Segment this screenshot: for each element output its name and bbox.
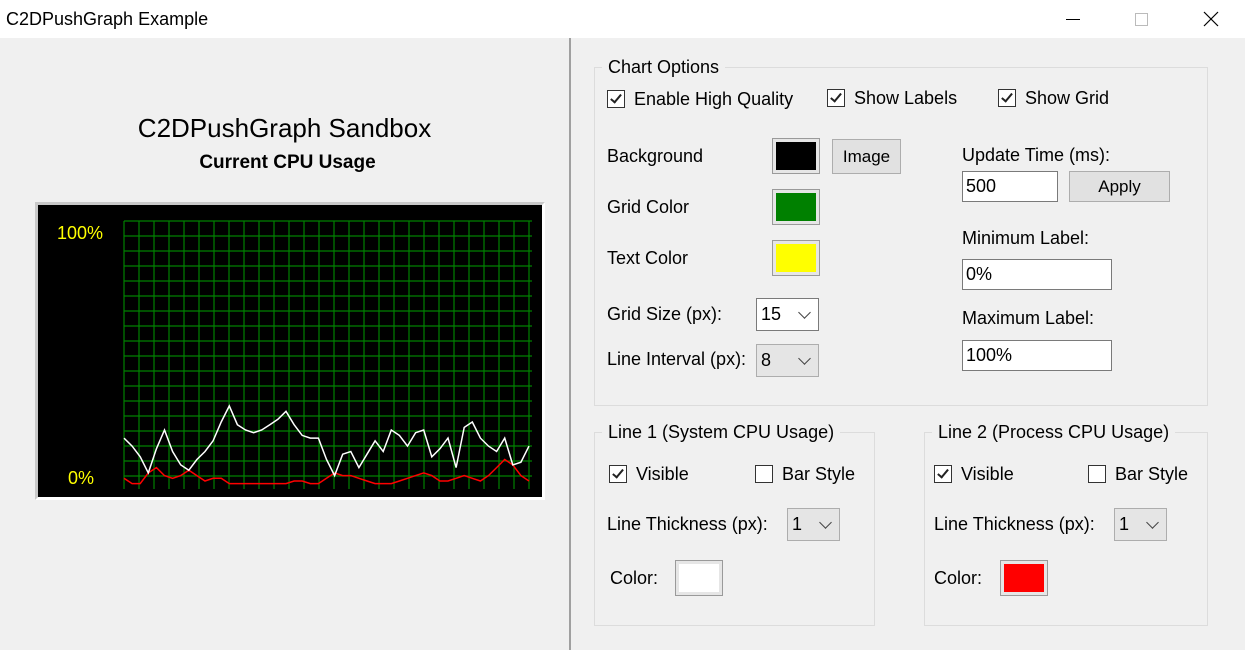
line1-visible-checkbox[interactable]: Visible	[609, 463, 689, 485]
image-button[interactable]: Image	[832, 139, 901, 174]
checkmark-icon	[830, 90, 842, 103]
line1-color-fill	[679, 564, 719, 592]
line2-legend: Line 2 (Process CPU Usage)	[932, 421, 1176, 443]
maximum-label-label: Maximum Label:	[962, 308, 1095, 328]
line1-bar-style-label: Bar Style	[782, 464, 856, 484]
title-bar: C2DPushGraph Example	[0, 0, 1245, 38]
chevron-down-icon	[819, 516, 832, 529]
checkmark-icon	[610, 91, 622, 104]
checkbox-box	[934, 465, 952, 483]
line2-visible-checkbox[interactable]: Visible	[934, 463, 1014, 485]
chevron-down-icon	[798, 352, 811, 365]
text-color-label: Text Color	[607, 248, 689, 268]
update-time-input[interactable]: 500	[962, 171, 1058, 202]
line-interval-value: 8	[761, 350, 772, 370]
grid-size-value: 15	[761, 304, 782, 324]
close-icon	[1203, 11, 1219, 27]
cpu-usage-subheading: Current CPU Usage	[199, 152, 376, 173]
show-labels-checkbox[interactable]: Show Labels	[827, 87, 957, 109]
enable-high-quality-checkbox[interactable]: Enable High Quality	[607, 88, 793, 110]
background-color-fill	[776, 142, 816, 170]
minimize-icon	[1066, 18, 1080, 20]
minimum-label-label: Minimum Label:	[962, 228, 1090, 248]
line2-thickness-value: 1	[1119, 514, 1130, 534]
grid-color-fill	[776, 193, 816, 221]
checkbox-box	[827, 89, 845, 107]
checkmark-icon	[937, 466, 949, 479]
checkmark-icon	[1001, 90, 1013, 103]
checkbox-box	[1088, 465, 1106, 483]
background-label: Background	[607, 146, 704, 166]
background-color-swatch[interactable]	[772, 138, 820, 174]
show-grid-checkbox[interactable]: Show Grid	[998, 87, 1109, 109]
checkbox-box	[609, 465, 627, 483]
line1-visible-label: Visible	[636, 464, 689, 484]
line2-color-label: Color:	[934, 568, 983, 588]
checkbox-box	[755, 465, 773, 483]
graph-max-label: 100%	[57, 223, 103, 243]
chevron-down-icon	[798, 306, 811, 319]
grid-size-label: Grid Size (px):	[607, 304, 723, 324]
line-interval-label: Line Interval (px):	[607, 349, 747, 369]
apply-button[interactable]: Apply	[1069, 171, 1170, 202]
minimize-button[interactable]	[1038, 0, 1108, 38]
checkbox-box	[998, 89, 1016, 107]
chevron-down-icon	[1146, 516, 1159, 529]
push-graph-canvas: 100% 0%	[38, 205, 542, 497]
graph-min-label: 0%	[68, 468, 94, 488]
maximize-button[interactable]	[1106, 0, 1176, 38]
window-title: C2DPushGraph Example	[6, 9, 209, 29]
push-graph: 100% 0%	[35, 202, 545, 500]
line-interval-select[interactable]: 8	[756, 344, 819, 377]
line2-thickness-select[interactable]: 1	[1114, 508, 1167, 541]
sandbox-heading: C2DPushGraph Sandbox	[137, 113, 432, 143]
close-button[interactable]	[1176, 0, 1245, 38]
checkmark-icon	[612, 466, 624, 479]
update-time-label: Update Time (ms):	[962, 145, 1111, 165]
enable-high-quality-label: Enable High Quality	[634, 89, 794, 109]
line2-visible-label: Visible	[961, 464, 1014, 484]
panel-splitter[interactable]	[569, 38, 571, 650]
line2-bar-style-label: Bar Style	[1115, 464, 1189, 484]
grid-size-select[interactable]: 15	[756, 298, 819, 331]
show-grid-label: Show Grid	[1025, 88, 1110, 108]
line1-legend: Line 1 (System CPU Usage)	[602, 421, 841, 443]
checkbox-box	[607, 90, 625, 108]
line1-thickness-value: 1	[792, 514, 803, 534]
grid-color-label: Grid Color	[607, 197, 690, 217]
line1-bar-style-checkbox[interactable]: Bar Style	[755, 463, 855, 485]
line1-color-swatch[interactable]	[675, 560, 723, 596]
line2-bar-style-checkbox[interactable]: Bar Style	[1088, 463, 1188, 485]
maximum-label-input[interactable]: 100%	[962, 340, 1112, 371]
show-labels-label: Show Labels	[854, 88, 958, 108]
line2-color-swatch[interactable]	[1000, 560, 1048, 596]
line1-thickness-label: Line Thickness (px):	[607, 514, 768, 534]
line2-thickness-label: Line Thickness (px):	[934, 514, 1095, 534]
graph-background	[38, 205, 542, 497]
line2-color-fill	[1004, 564, 1044, 592]
text-color-fill	[776, 244, 816, 272]
text-color-swatch[interactable]	[772, 240, 820, 276]
minimum-label-input[interactable]: 0%	[962, 259, 1112, 290]
chart-options-legend: Chart Options	[602, 56, 726, 78]
line1-color-label: Color:	[610, 568, 659, 588]
grid-color-swatch[interactable]	[772, 189, 820, 225]
line1-thickness-select[interactable]: 1	[787, 508, 840, 541]
maximize-icon	[1134, 12, 1148, 26]
